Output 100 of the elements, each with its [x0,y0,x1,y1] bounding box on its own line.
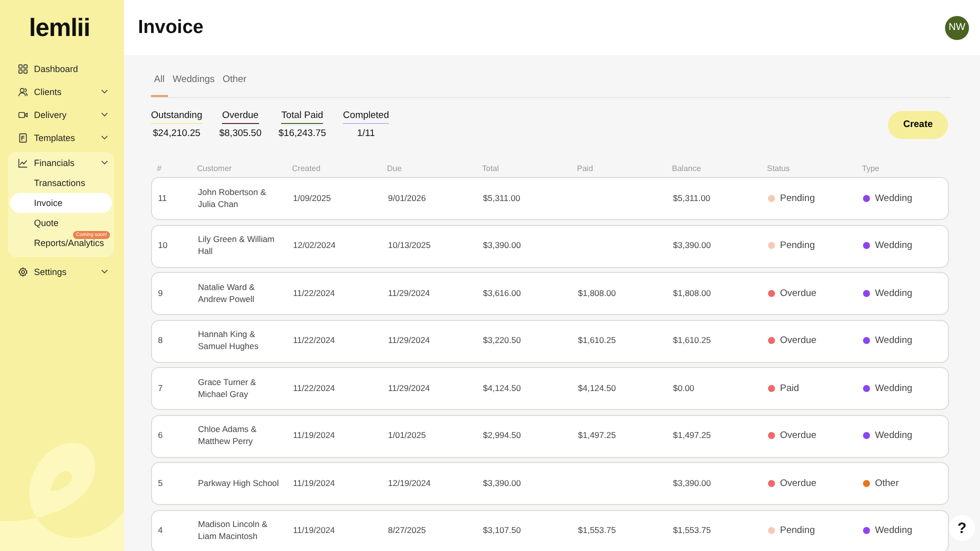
invoice-row[interactable]: 7 Grace Turner & Michael Gray 11/22/2024 11/29/2024 $4,124.50 $4,124.50 $0.00 Paid Wedding [151,367,949,410]
logo: lemlii [28,13,91,44]
table-cell-text: 9 [158,288,164,300]
document-icon [18,132,28,142]
table-cell-text: 11/29/2024 [388,335,431,347]
filter-tab[interactable]: All [151,70,168,97]
table-cell-text: $5,311.00 [483,192,522,204]
user-avatar[interactable]: NW [945,16,969,40]
chevron-down-icon [101,160,108,165]
table-cell-text: 9/01/2026 [388,192,427,204]
nav-subitem[interactable]: Transactions [10,173,112,193]
nav-subitem[interactable]: Invoice [10,193,112,213]
table-cell-text: Hannah King & Samuel Hughes [198,329,260,353]
table-cell-text: $4,124.50 [578,382,617,394]
table-cell-text: $3,220.50 [483,335,522,347]
table-cell-text: $3,390.00 [673,240,712,252]
stat-value: $24,210.25 [152,128,200,139]
status-label: Paid [768,382,863,396]
table-cell-text: Chloe Adams & Matthew Perry [198,424,258,448]
table-cell-text: Grace Turner & Michael Gray [198,376,258,400]
table-cell-text: $3,616.00 [483,288,522,300]
nav-item[interactable]: Clients [8,81,114,102]
chevron-down-icon [101,112,108,117]
table-cell-text: 11/22/2024 [293,382,336,394]
page-title: Invoice [138,16,204,38]
status-label: Pending [768,524,863,538]
table-cell-text: $4,124.50 [483,382,522,394]
table-cell-text: 4 [158,525,164,537]
table-cell-text: John Robertson & Julia Chan [198,186,268,210]
table-cell-text: $1,497.25 [578,430,617,442]
table-cell-text: Lily Green & William Hall [198,234,276,258]
table-cell-text: $1,610.25 [673,335,712,347]
grid-icon [18,64,28,74]
table-cell-text: 12/19/2024 [388,478,432,490]
chevron-down-icon [101,269,108,274]
nav-item[interactable]: Settings [8,261,114,282]
invoice-row[interactable]: 5 Parkway High School 11/19/2024 12/19/2024 $3,390.00 $3,390.00 Overdue Other [151,462,949,505]
status-label: Pending [768,192,863,206]
stat-label: Overdue [222,110,259,124]
column-header: Customer [197,164,233,172]
stat-value: 1/11 [357,128,375,139]
table-cell-text: Natalie Ward & Andrew Powell [198,282,256,306]
table-cell-text: 11/19/2024 [293,478,336,490]
video-camera-icon [18,110,28,120]
status-label: Overdue [768,476,863,490]
table-cell-text: $2,994.50 [483,430,522,442]
table-cell-text: $3,107.50 [483,525,522,537]
table-cell-text: 11/22/2024 [293,288,336,300]
stat-label: Completed [343,110,389,124]
table-cell-text: $1,553.75 [578,525,617,537]
invoice-row[interactable]: 11 John Robertson & Julia Chan 1/09/2025 9/01/2026 $5,311.00 $5,311.00 Pending Wedding [151,177,949,220]
stat-label: Total Paid [281,110,324,124]
table-cell-text: 12/02/2024 [293,240,337,252]
chevron-down-icon [101,135,108,140]
line-chart-icon [18,158,28,168]
people-icon [18,86,28,96]
nav-item[interactable]: Dashboard [8,58,114,79]
table-cell-text: $1,610.25 [578,335,617,347]
invoice-row[interactable]: 4 Madison Lincoln & Liam Macintosh 11/19/2024 8/27/2025 $3,107.50 $1,553.75 $1,553.75 Pending Wedding [151,510,949,551]
table-cell-text: 11/29/2024 [388,288,431,300]
column-header: Type [862,164,880,172]
invoice-row[interactable]: 6 Chloe Adams & Matthew Perry 11/19/2024 1/01/2025 $2,994.50 $1,497.25 $1,497.25 Overdue Wedding [151,414,949,458]
table-cell-text: $1,808.00 [578,288,617,300]
stat-value: $8,305.50 [219,128,262,139]
table-cell-text: $1,497.25 [673,430,712,442]
invoice-row[interactable]: 9 Natalie Ward & Andrew Powell 11/22/2024 11/29/2024 $3,616.00 $1,808.00 $1,808.00 Overdue Wedding [151,272,949,315]
nav-subitem[interactable]: Quote [10,213,112,233]
nav-item[interactable]: Delivery [8,104,114,125]
table-cell-text: 6 [158,430,164,442]
column-header: Due [387,164,403,172]
table-cell-text: Parkway High School [198,478,280,490]
invoice-row[interactable]: 10 Lily Green & William Hall 12/02/2024 10/13/2025 $3,390.00 $3,390.00 Pending Wedding [151,224,949,268]
status-label: Overdue [768,286,863,300]
status-label: Overdue [768,334,863,348]
filter-tab[interactable]: Weddings [170,70,218,97]
table-cell-text: 11/19/2024 [293,430,336,442]
table-cell-text: $0.00 [673,382,696,394]
table-cell-text: 11/22/2024 [293,335,336,347]
invoice-row[interactable]: 8 Hannah King & Samuel Hughes 11/22/2024 11/29/2024 $3,220.50 $1,610.25 $1,610.25 Overdue Wedding [151,320,949,362]
table-cell-text: $3,390.00 [483,478,522,490]
table-cell-text: 1/09/2025 [293,192,332,204]
create-button[interactable]: Create [888,110,948,138]
stat-value: $16,243.75 [278,128,326,139]
column-header: Paid [577,164,594,172]
table-cell-text: 11 [158,192,168,204]
table-cell-text: 11/29/2024 [388,382,431,394]
status-label: Pending [768,239,863,253]
settings-icon [18,266,28,276]
chevron-down-icon [101,89,108,94]
table-cell-text: Madison Lincoln & Liam Macintosh [198,519,268,543]
table-cell-text: $3,390.00 [673,478,712,490]
help-button[interactable]: ? [949,515,975,541]
filter-tab[interactable]: Other [220,70,250,97]
nav-item[interactable]: Templates [8,127,114,148]
table-cell-text: 8 [158,335,164,347]
status-label: Overdue [768,429,863,443]
column-header: Total [482,164,500,172]
nav-item[interactable]: Financials [8,152,114,173]
table-cell-text: 5 [158,478,164,490]
table-cell-text: 10 [158,240,168,252]
